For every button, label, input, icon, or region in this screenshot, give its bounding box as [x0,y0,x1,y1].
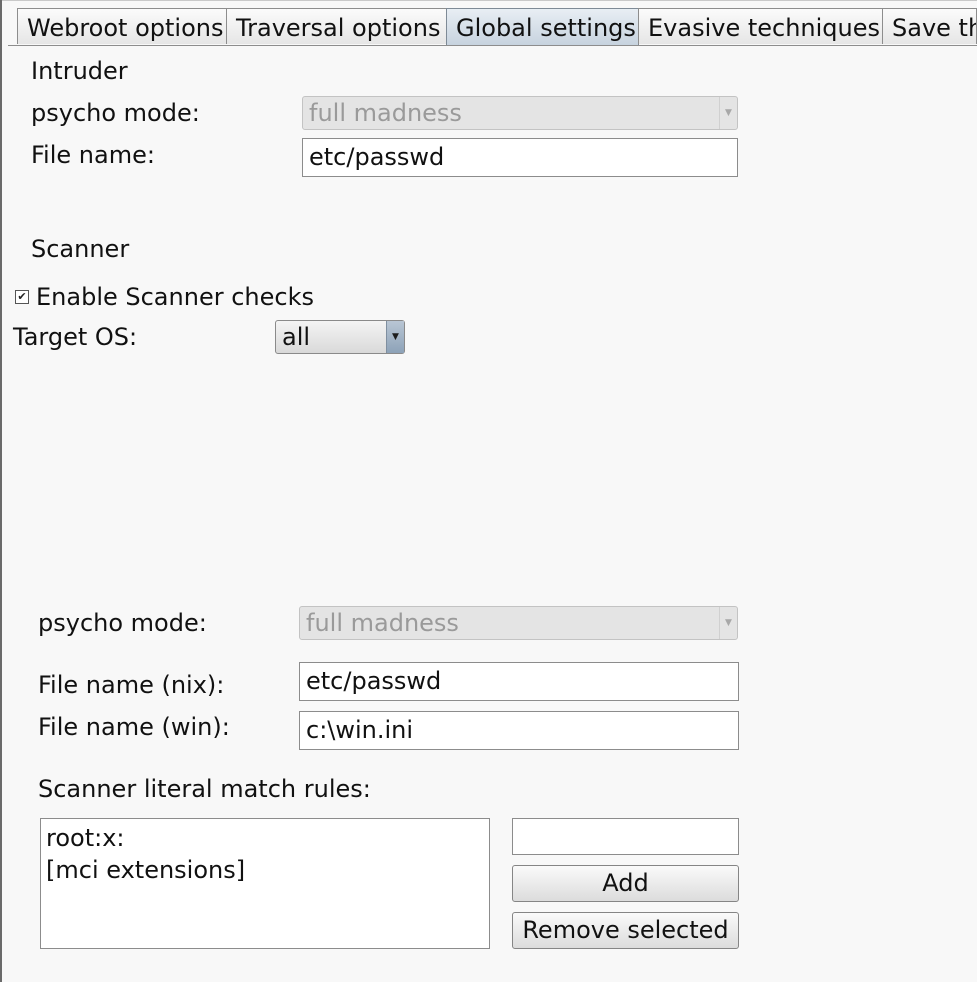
add-rule-button[interactable]: Add [512,865,739,902]
scanner-heading: Scanner [31,235,130,263]
target-os-select[interactable]: all ▼ [275,320,405,354]
tab-traversal-options[interactable]: Traversal options [226,8,447,44]
remove-selected-button[interactable]: Remove selected [512,912,739,949]
window-left-edge [0,0,2,982]
file-name-nix-label: File name (nix): [38,671,225,699]
match-rules-list[interactable]: root:x: [mci extensions] [40,818,490,949]
target-os-value: all [282,323,311,351]
scanner-psycho-mode-value: full madness [306,609,459,637]
chevron-down-icon: ▼ [719,607,737,639]
chevron-down-icon: ▼ [386,321,404,353]
tab-webroot-options[interactable]: Webroot options [17,8,227,44]
intruder-psycho-mode-value: full madness [309,99,462,127]
intruder-heading: Intruder [31,57,128,85]
intruder-file-name-label: File name: [31,141,155,169]
file-name-nix-input[interactable]: etc/passwd [299,662,739,701]
intruder-psycho-mode-label: psycho mode: [31,99,200,127]
tab-strip-divider [8,45,977,46]
match-rules-label: Scanner literal match rules: [38,775,371,803]
list-item[interactable]: root:x: [46,822,484,854]
scanner-psycho-mode-select: full madness ▼ [299,606,738,640]
list-item[interactable]: [mci extensions] [46,854,484,886]
enable-scanner-checkbox[interactable]: ✔ [15,290,29,304]
chevron-down-icon: ▼ [719,97,737,129]
intruder-file-name-input[interactable]: etc/passwd [302,138,738,177]
file-name-win-input[interactable]: c:\win.ini [299,711,739,750]
file-name-win-label: File name (win): [38,713,230,741]
new-rule-input[interactable] [512,818,739,855]
tab-global-settings[interactable]: Global settings [446,8,639,46]
tab-save[interactable]: Save th [882,8,977,44]
intruder-psycho-mode-select: full madness ▼ [302,96,738,130]
scanner-psycho-mode-label: psycho mode: [38,609,207,637]
enable-scanner-label[interactable]: Enable Scanner checks [36,283,314,311]
tab-evasive-techniques[interactable]: Evasive techniques [638,8,883,44]
target-os-label: Target OS: [13,323,138,351]
tab-strip: Webroot options Traversal options Global… [0,0,977,48]
